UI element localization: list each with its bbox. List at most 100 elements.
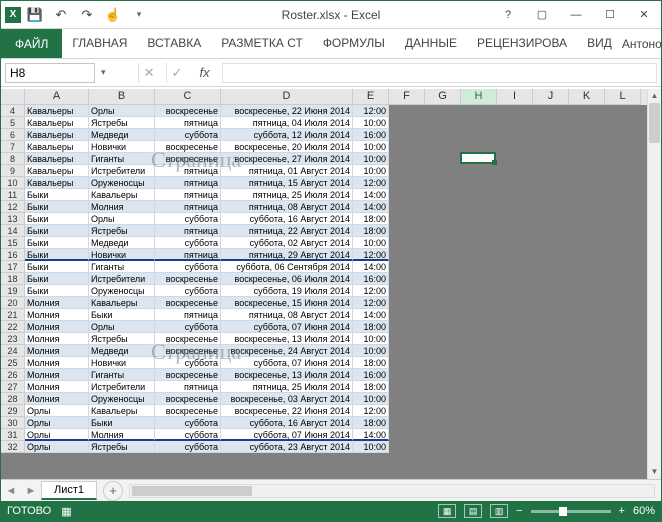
table-row[interactable]: МолнияИстребителипятницапятница, 25 Июля… [25,381,389,393]
table-row[interactable]: МолнияКавальерывоскресеньевоскресенье, 1… [25,297,389,309]
cell[interactable]: Гиганты [89,153,155,165]
row-header[interactable]: 31 [1,429,25,441]
row-header[interactable]: 30 [1,417,25,429]
table-row[interactable]: КавальерыНовичкивоскресеньевоскресенье, … [25,141,389,153]
row-header[interactable]: 8 [1,153,25,165]
scroll-thumb[interactable] [649,103,660,143]
row-header[interactable]: 16 [1,249,25,261]
cell[interactable]: Оруженосцы [89,177,155,189]
cell[interactable]: пятница [155,381,221,393]
table-row[interactable]: КавальерыМедведисубботасуббота, 12 Июля … [25,129,389,141]
cell[interactable]: Быки [89,309,155,321]
table-row[interactable]: МолнияГигантывоскресеньевоскресенье, 13 … [25,369,389,381]
cell[interactable]: воскресенье [155,153,221,165]
cell[interactable]: суббота [155,285,221,297]
scroll-up-icon[interactable]: ▲ [648,89,661,103]
cell[interactable]: воскресенье, 15 Июня 2014 [221,297,353,309]
cell[interactable]: пятница [155,165,221,177]
cell[interactable]: суббота [155,321,221,333]
cell[interactable]: Молния [25,297,89,309]
row-header[interactable]: 12 [1,201,25,213]
cell[interactable]: Быки [25,285,89,297]
zoom-in-button[interactable]: + [619,505,625,517]
cell[interactable]: воскресенье [155,333,221,345]
cell[interactable]: 12:00 [353,249,389,261]
formula-input[interactable] [222,63,657,83]
cell[interactable]: Быки [25,273,89,285]
tab-данные[interactable]: ДАННЫЕ [395,29,467,58]
select-all-corner[interactable] [1,89,25,105]
cell[interactable]: Орлы [25,405,89,417]
row-header[interactable]: 9 [1,165,25,177]
cells-area[interactable]: КавальерыОрлывоскресеньевоскресенье, 22 … [25,105,647,479]
table-row[interactable]: БыкиКавальерыпятницапятница, 25 Июля 201… [25,189,389,201]
cell[interactable]: 18:00 [353,321,389,333]
cell[interactable]: 10:00 [353,117,389,129]
cell[interactable]: суббота, 16 Август 2014 [221,417,353,429]
cell[interactable]: пятница, 25 Июля 2014 [221,381,353,393]
cell[interactable]: Молния [25,321,89,333]
cell[interactable]: суббота [155,237,221,249]
cell[interactable]: суббота, 07 Июня 2014 [221,429,353,441]
save-button[interactable]: 💾 [23,3,47,27]
cell[interactable]: 12:00 [353,405,389,417]
cell[interactable]: 16:00 [353,129,389,141]
cell[interactable]: пятница, 01 Август 2014 [221,165,353,177]
col-header-L[interactable]: L [605,89,641,105]
sheet-nav-next[interactable]: ► [21,485,41,497]
cell[interactable]: пятница [155,225,221,237]
table-row[interactable]: МолнияНовичкисубботасуббота, 07 Июня 201… [25,357,389,369]
table-row[interactable]: БыкиОрлысубботасуббота, 16 Август 201418… [25,213,389,225]
tab-главная[interactable]: ГЛАВНАЯ [62,29,137,58]
tab-file[interactable]: ФАЙЛ [1,29,62,58]
cell[interactable]: 18:00 [353,381,389,393]
cell[interactable]: 12:00 [353,177,389,189]
row-header[interactable]: 32 [1,441,25,453]
scroll-thumb[interactable] [132,486,252,496]
cell[interactable]: Кавальеры [25,177,89,189]
zoom-thumb[interactable] [559,507,567,516]
cell[interactable]: пятница, 08 Август 2014 [221,309,353,321]
row-header[interactable]: 4 [1,105,25,117]
cell[interactable]: 14:00 [353,201,389,213]
table-row[interactable]: БыкиОруженосцысубботасуббота, 19 Июля 20… [25,285,389,297]
col-header-F[interactable]: F [389,89,425,105]
cell[interactable]: 14:00 [353,189,389,201]
cell[interactable]: 12:00 [353,285,389,297]
col-header-H[interactable]: H [461,89,497,105]
cell[interactable]: Молния [25,393,89,405]
cell[interactable]: воскресенье, 22 Июня 2014 [221,405,353,417]
cell[interactable]: воскресенье, 13 Июля 2014 [221,369,353,381]
help-button[interactable]: ? [491,3,525,27]
table-row[interactable]: БыкиМедведисубботасуббота, 02 Август 201… [25,237,389,249]
cell[interactable]: воскресенье, 20 Июля 2014 [221,141,353,153]
cell[interactable]: воскресенье [155,393,221,405]
cell[interactable]: Молния [89,201,155,213]
cell[interactable]: Истребители [89,273,155,285]
cell[interactable]: пятница, 22 Август 2014 [221,225,353,237]
cell[interactable]: 18:00 [353,225,389,237]
redo-button[interactable]: ↷ [75,3,99,27]
undo-button[interactable]: ↶ [49,3,73,27]
row-header[interactable]: 25 [1,357,25,369]
view-page-layout-button[interactable]: ▤ [464,504,482,518]
cell[interactable]: Истребители [89,165,155,177]
cell[interactable]: 10:00 [353,165,389,177]
table-row[interactable]: ОрлыБыкисубботасуббота, 16 Август 201418… [25,417,389,429]
row-header[interactable]: 27 [1,381,25,393]
cell[interactable]: Гиганты [89,369,155,381]
cell[interactable]: воскресенье [155,297,221,309]
cell[interactable]: суббота [155,441,221,453]
cell[interactable]: 10:00 [353,237,389,249]
cell[interactable]: Орлы [25,441,89,453]
table-row[interactable]: МолнияМедведивоскресеньевоскресенье, 24 … [25,345,389,357]
cell[interactable]: Орлы [89,105,155,117]
row-header[interactable]: 13 [1,213,25,225]
cell[interactable]: 18:00 [353,417,389,429]
cell[interactable]: Гиганты [89,261,155,273]
cell[interactable]: Молния [25,333,89,345]
cell[interactable]: Орлы [25,417,89,429]
view-normal-button[interactable]: ▦ [438,504,456,518]
row-header[interactable]: 19 [1,285,25,297]
cell[interactable]: воскресенье, 22 Июня 2014 [221,105,353,117]
